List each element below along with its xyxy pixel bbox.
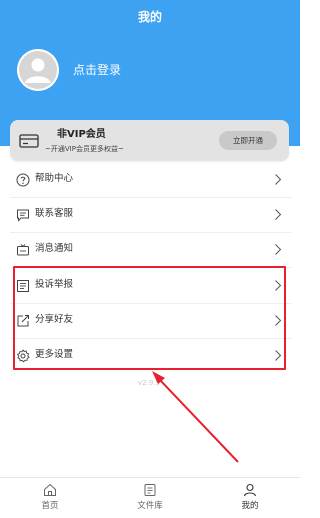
chevron-right-icon: [275, 209, 282, 220]
vip-card-icon: [19, 134, 39, 148]
vip-open-button[interactable]: 立即开通: [219, 131, 277, 150]
vip-card[interactable]: 非VIP会员 ~开通VIP会员更多权益~ 立即开通: [10, 120, 289, 161]
chevron-right-icon: [275, 315, 282, 326]
menu-item-share-friends[interactable]: 分享好友: [10, 303, 292, 339]
menu-item-label: 帮助中心: [35, 173, 74, 184]
tab-profile[interactable]: 我的: [200, 478, 300, 518]
menu-item-notifications[interactable]: 消息通知: [10, 232, 292, 268]
chevron-right-icon: [275, 280, 282, 291]
tab-label: 我的: [241, 501, 259, 511]
chevron-right-icon: [275, 174, 282, 185]
menu-item-label: 分享好友: [35, 314, 74, 325]
menu-item-help-center[interactable]: 帮助中心: [10, 162, 292, 198]
vip-status-title: 非VIP会员: [57, 129, 106, 140]
chevron-right-icon: [275, 350, 282, 361]
tab-home[interactable]: 首页: [0, 478, 100, 518]
menu-item-label: 消息通知: [35, 243, 74, 254]
settings-icon: [16, 349, 30, 363]
vip-subtitle: ~开通VIP会员更多权益~: [45, 145, 124, 153]
menu-item-customer-service[interactable]: 联系客服: [10, 197, 292, 233]
chat-icon: [17, 209, 29, 222]
profile-icon: [243, 483, 257, 497]
tab-file-library[interactable]: 文件库: [100, 478, 200, 518]
avatar-icon: [17, 49, 59, 91]
file-library-icon: [144, 484, 156, 496]
avatar[interactable]: [17, 49, 59, 91]
report-icon: [17, 280, 29, 292]
menu-item-label: 投诉举报: [35, 279, 74, 290]
menu-item-label: 更多设置: [35, 349, 74, 360]
version-label: v2.9.9: [138, 379, 160, 387]
bottom-tab-bar: 首页 文件库 我的: [0, 477, 300, 518]
notification-icon: [17, 244, 29, 256]
tab-label: 首页: [41, 501, 59, 511]
home-icon: [44, 483, 56, 496]
help-icon: [16, 173, 30, 187]
menu-item-more-settings[interactable]: 更多设置: [10, 338, 292, 373]
menu-item-label: 联系客服: [35, 208, 74, 219]
menu-item-report[interactable]: 投诉举报: [10, 268, 292, 304]
tab-label: 文件库: [137, 501, 163, 511]
login-link[interactable]: 点击登录: [73, 61, 121, 79]
chevron-right-icon: [275, 244, 282, 255]
share-icon: [17, 315, 29, 327]
page-title: 我的: [137, 10, 162, 24]
